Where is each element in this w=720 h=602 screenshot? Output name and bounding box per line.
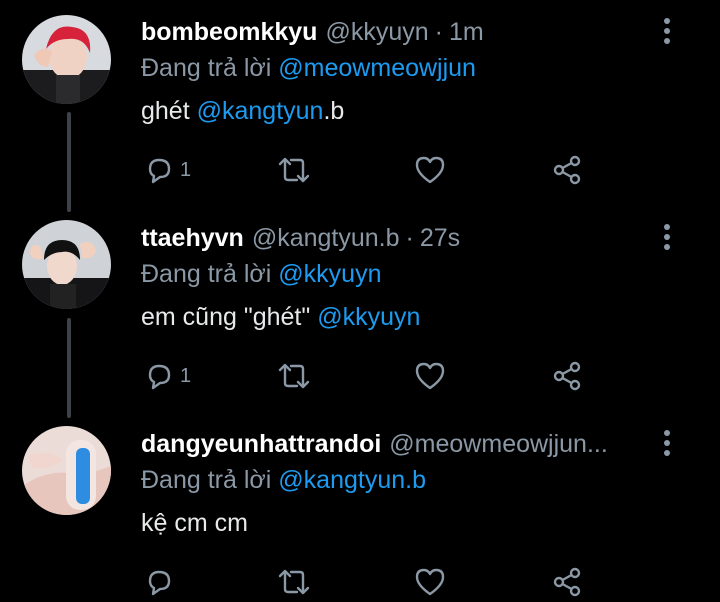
replying-to: Đang trả lời @kkyuyn [141, 257, 381, 291]
replying-to-mention[interactable]: @kkyuyn [278, 260, 381, 288]
action-bar: 1 [141, 150, 611, 190]
retweet-button[interactable] [277, 562, 311, 602]
display-name[interactable]: ttaehyvn [141, 220, 244, 256]
replying-to-mention[interactable]: @meowmeowjjun [278, 54, 476, 82]
more-vertical-icon[interactable] [662, 430, 672, 460]
timestamp[interactable]: 27s [420, 220, 460, 256]
tweet-text-content: em cũng "ghét" [141, 303, 318, 331]
replying-to: Đang trả lời @meowmeowjjun [141, 51, 476, 85]
tweet-text-suffix: .b [323, 97, 345, 125]
timestamp[interactable]: 1m [449, 14, 484, 50]
replying-to-label: Đang trả lời [141, 466, 272, 494]
username[interactable]: @kkyuyn [325, 14, 428, 50]
tweet-mention[interactable]: @kkyuyn [317, 303, 420, 331]
avatar[interactable] [22, 220, 111, 309]
tweet[interactable]: bombeomkkyu @kkyuyn · 1m Đang trả lời @m… [0, 14, 720, 204]
like-button[interactable] [414, 150, 446, 190]
display-name[interactable]: dangyeunhattrandoi [141, 426, 381, 462]
share-button[interactable] [551, 562, 583, 602]
reply-icon [148, 158, 171, 184]
heart-icon [415, 568, 445, 596]
share-button[interactable] [551, 356, 583, 396]
action-bar [141, 562, 611, 602]
reply-button[interactable] [144, 562, 174, 602]
more-vertical-icon[interactable] [662, 224, 672, 254]
share-icon [553, 567, 581, 597]
retweet-button[interactable] [277, 150, 311, 190]
more-vertical-icon[interactable] [662, 18, 672, 48]
action-bar: 1 [141, 356, 611, 396]
tweet-text-content: ghét [141, 97, 197, 125]
reply-count: 1 [180, 364, 192, 387]
reply-button[interactable]: 1 [144, 150, 191, 190]
reply-icon [148, 364, 171, 390]
retweet-icon [278, 363, 310, 389]
tweet-header: ttaehyvn @kangtyun.b · 27s [141, 220, 650, 256]
avatar[interactable] [22, 426, 111, 515]
heart-icon [415, 362, 445, 390]
like-button[interactable] [414, 562, 446, 602]
replying-to-label: Đang trả lời [141, 260, 272, 288]
username[interactable]: @meowmeowjjun... [389, 426, 608, 462]
separator-dot: · [434, 18, 443, 46]
heart-icon [415, 156, 445, 184]
tweet-text: ghét @kangtyun.b [141, 94, 344, 128]
reply-icon [148, 570, 171, 596]
retweet-button[interactable] [277, 356, 311, 396]
retweet-icon [278, 157, 310, 183]
display-name[interactable]: bombeomkkyu [141, 14, 317, 50]
replying-to-mention[interactable]: @kangtyun.b [278, 466, 426, 494]
reply-button[interactable]: 1 [144, 356, 191, 396]
replying-to: Đang trả lời @kangtyun.b [141, 463, 426, 497]
tweet-header: bombeomkkyu @kkyuyn · 1m [141, 14, 650, 50]
share-icon [553, 361, 581, 391]
separator-dot: · [405, 224, 414, 252]
reply-count: 1 [180, 158, 192, 181]
tweet-text-content: kệ cm cm [141, 509, 248, 537]
tweet-mention[interactable]: @kangtyun [197, 97, 324, 125]
tweet-header: dangyeunhattrandoi @meowmeowjjun... [141, 426, 646, 462]
like-button[interactable] [414, 356, 446, 396]
username[interactable]: @kangtyun.b [252, 220, 400, 256]
tweet[interactable]: dangyeunhattrandoi @meowmeowjjun... Đang… [0, 426, 720, 600]
tweet-text: em cũng "ghét" @kkyuyn [141, 300, 420, 334]
replying-to-label: Đang trả lời [141, 54, 272, 82]
retweet-icon [278, 569, 310, 595]
tweet[interactable]: ttaehyvn @kangtyun.b · 27s Đang trả lời … [0, 220, 720, 410]
avatar[interactable] [22, 15, 111, 104]
tweet-text: kệ cm cm [141, 506, 248, 540]
share-icon [553, 155, 581, 185]
share-button[interactable] [551, 150, 583, 190]
